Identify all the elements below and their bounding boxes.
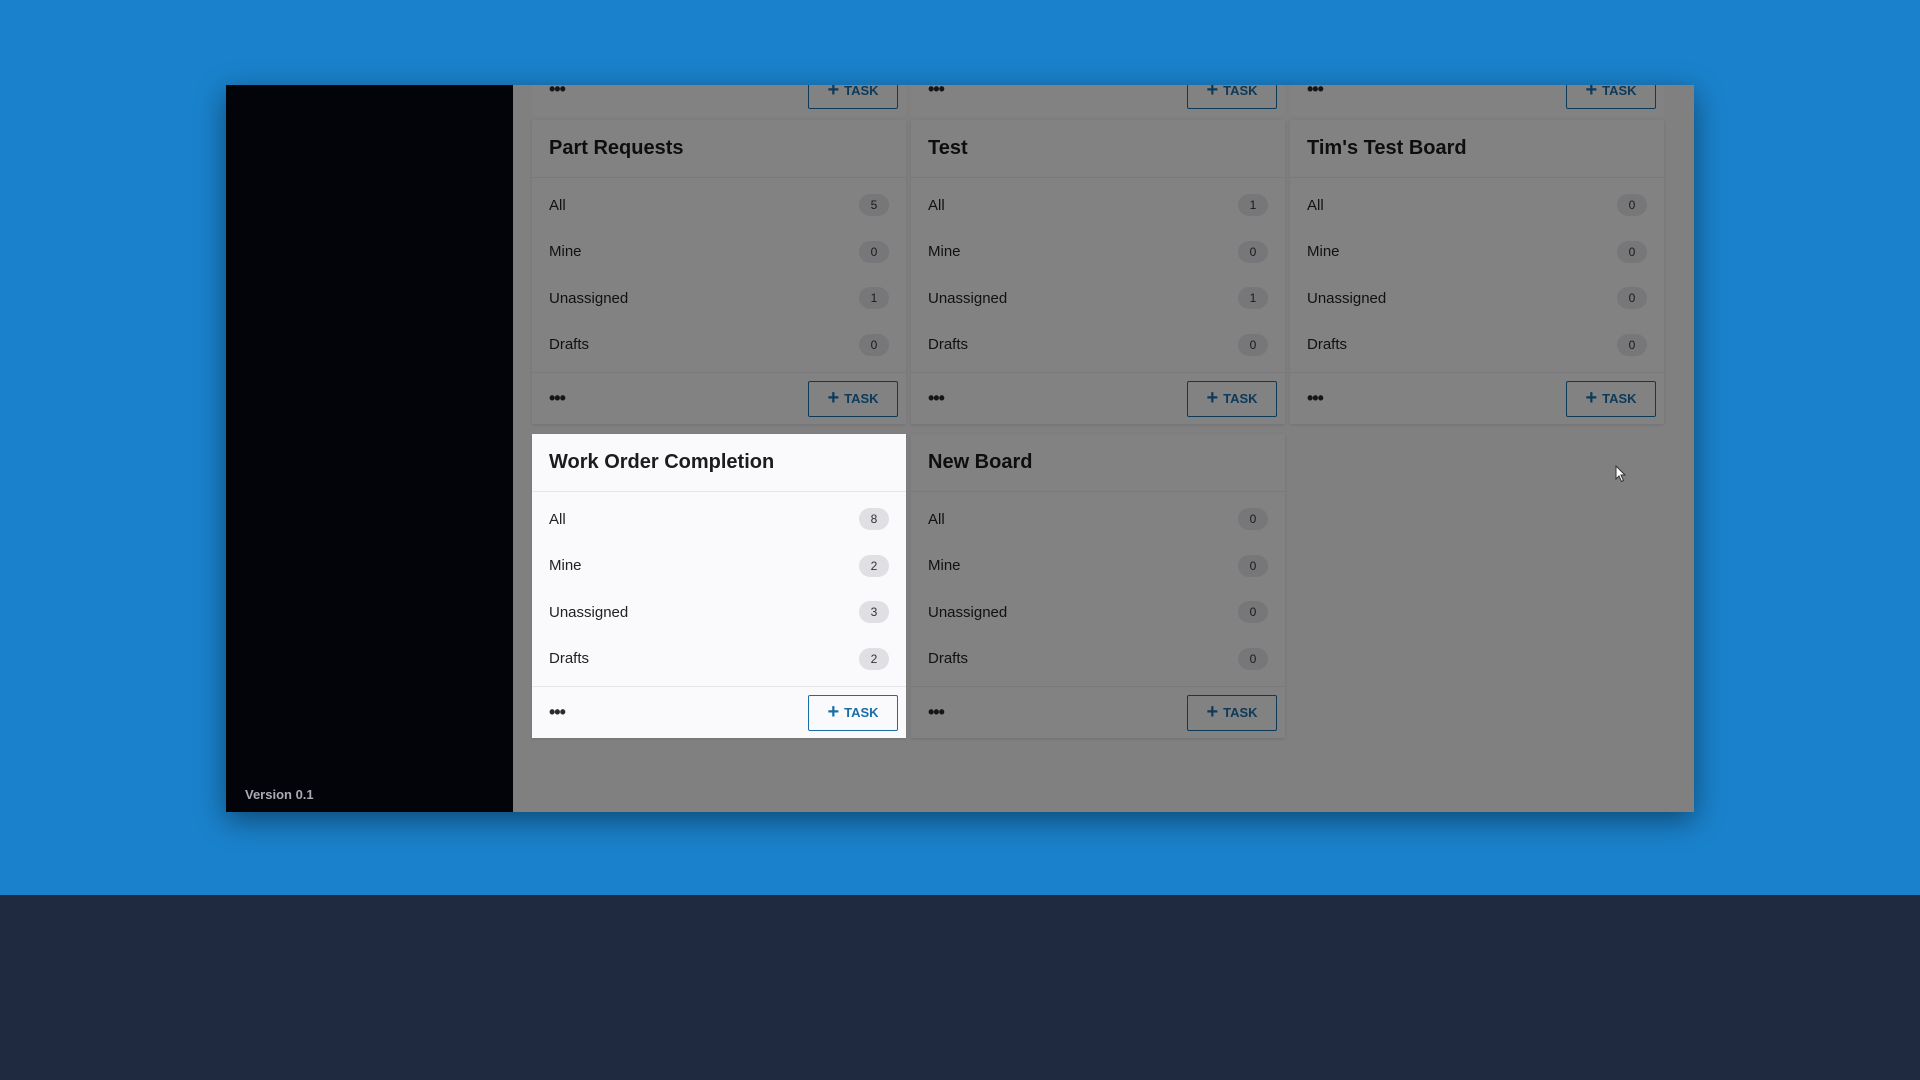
mouse-cursor-icon: [1615, 465, 1627, 483]
filter-row-mine[interactable]: Mine 2: [532, 543, 906, 590]
plus-icon: +: [827, 700, 840, 723]
bottom-band: [0, 895, 1920, 1080]
app-window: Version 0.1 ••• + TASK ••• + TASK ••• + TAS…: [226, 85, 1694, 812]
count-badge: 3: [859, 601, 889, 624]
sidebar: Version 0.1: [226, 85, 513, 812]
count-badge: 2: [859, 647, 889, 670]
board-filter-list: All 8 Mine 2 Unassigned 3 Drafts 2: [532, 492, 906, 686]
board-footer: ••• + TASK: [532, 686, 906, 738]
add-task-button[interactable]: + TASK: [808, 694, 898, 731]
count-badge: 2: [859, 554, 889, 577]
count-badge: 8: [859, 508, 889, 531]
filter-row-unassigned[interactable]: Unassigned 3: [532, 589, 906, 636]
filter-row-all[interactable]: All 8: [532, 496, 906, 543]
version-label: Version 0.1: [245, 787, 314, 802]
more-options-icon[interactable]: •••: [549, 702, 566, 723]
board-title[interactable]: Work Order Completion: [532, 434, 906, 492]
board-card-work-order-completion[interactable]: Work Order Completion All 8 Mine 2 Unassig…: [532, 434, 906, 738]
filter-row-drafts[interactable]: Drafts 2: [532, 636, 906, 683]
